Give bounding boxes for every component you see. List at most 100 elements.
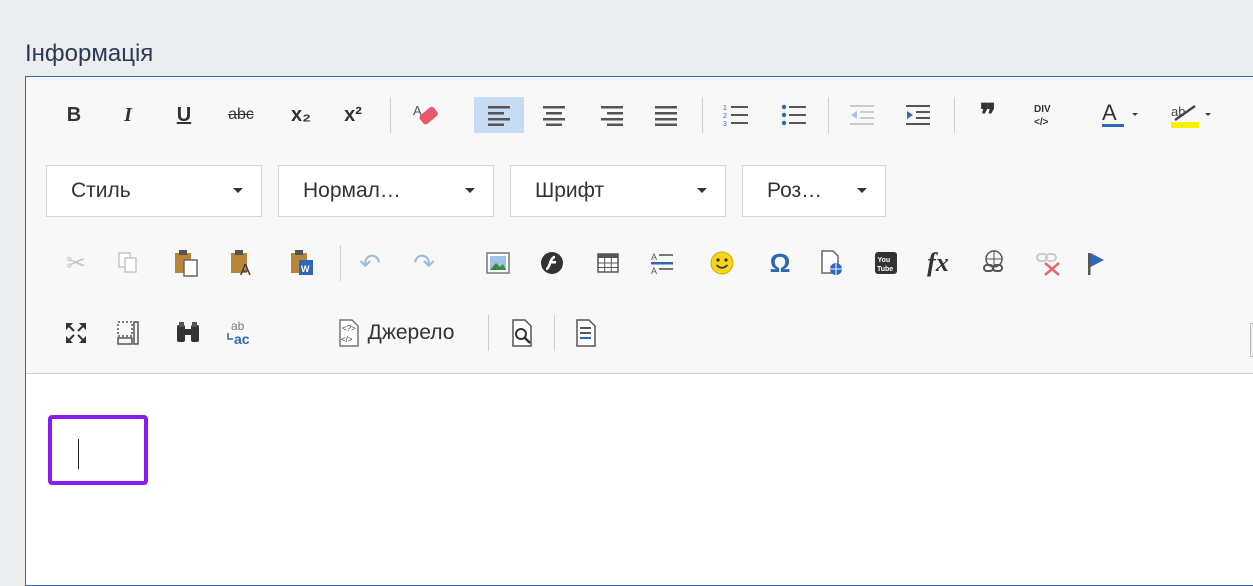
align-justify-button[interactable] (646, 97, 686, 133)
toolbar-separator (554, 315, 555, 351)
italic-icon: I (124, 103, 132, 126)
preview-button[interactable] (502, 315, 542, 351)
div-container-icon: DIV </> (1034, 104, 1051, 128)
math-formula-button[interactable]: fx (916, 245, 960, 281)
paste-text-button[interactable]: A (222, 245, 264, 281)
align-justify-icon (655, 106, 677, 126)
strikethrough-button[interactable]: abc (220, 97, 262, 133)
remove-format-button[interactable]: A (406, 97, 446, 133)
align-left-button[interactable] (474, 97, 524, 133)
style-dropdown-value: Стиль (71, 179, 131, 202)
strikethrough-icon: abc (228, 106, 254, 123)
bold-icon: B (66, 103, 82, 126)
templates-icon (576, 319, 596, 347)
redo-button[interactable]: ↷ (406, 245, 442, 281)
undo-icon: ↶ (359, 247, 381, 278)
toolbar-row-4: ab ac <?> </> Джерело (26, 315, 1253, 355)
numbered-list-icon: 123 (723, 105, 748, 128)
font-size-dropdown[interactable]: Роз… (742, 165, 886, 217)
maximize-button[interactable] (58, 315, 94, 351)
align-right-button[interactable] (592, 97, 632, 133)
text-caret (78, 439, 79, 469)
flash-icon (541, 252, 563, 274)
iframe-icon (821, 250, 842, 275)
indent-icon (906, 105, 930, 125)
horizontal-rule-button[interactable]: AA (642, 245, 682, 281)
show-blocks-icon (117, 321, 139, 345)
blockquote-button[interactable]: ❞ (968, 97, 1008, 133)
format-dropdown-value: Нормал… (303, 179, 401, 202)
flash-button[interactable] (532, 245, 572, 281)
numbered-list-button[interactable]: 123 (716, 97, 756, 133)
smiley-icon (710, 251, 734, 275)
iframe-button[interactable] (812, 245, 852, 281)
create-div-button[interactable]: DIV </> (1024, 97, 1064, 133)
svg-text:<?>: <?> (342, 324, 356, 333)
toolbar-row-3: ✂ A W ↶ ↷ A A Ω You Tube fx (26, 245, 1253, 285)
show-blocks-button[interactable] (110, 315, 146, 351)
underline-button[interactable]: U (168, 97, 200, 133)
svg-text:A: A (651, 252, 657, 262)
link-button[interactable] (974, 245, 1014, 281)
indent-button[interactable] (898, 97, 938, 133)
paste-button[interactable] (166, 245, 206, 281)
toolbar-row-1: B I U abc x₂ x² A 123 ❞ DIV </> A ab (26, 97, 1253, 137)
format-dropdown[interactable]: Нормал… (278, 165, 494, 217)
style-dropdown[interactable]: Стиль (46, 165, 262, 217)
chevron-down-icon (857, 188, 867, 193)
templates-button[interactable] (566, 315, 606, 351)
unlink-button[interactable] (1028, 245, 1068, 281)
special-char-button[interactable]: Ω (760, 245, 800, 281)
table-icon (597, 253, 619, 273)
anchor-button[interactable] (1078, 245, 1114, 281)
svg-text:ac: ac (234, 331, 250, 347)
superscript-icon: x² (344, 103, 362, 126)
font-dropdown[interactable]: Шрифт (510, 165, 726, 217)
image-button[interactable] (478, 245, 518, 281)
align-center-button[interactable] (534, 97, 574, 133)
editor-toolbar: B I U abc x₂ x² A 123 ❞ DIV </> A ab Сти… (26, 77, 1253, 374)
outdent-button[interactable] (842, 97, 882, 133)
source-code-icon: <?> </> (338, 319, 359, 347)
youtube-button[interactable]: You Tube (866, 245, 906, 281)
table-button[interactable] (588, 245, 628, 281)
youtube-icon: You Tube (875, 252, 897, 274)
chevron-down-icon (465, 188, 475, 193)
preview-icon (512, 319, 532, 347)
horizontal-line-icon: AA (651, 252, 673, 276)
fx-icon: fx (927, 248, 949, 277)
svg-text:A: A (651, 266, 657, 276)
source-button[interactable]: <?> </> Джерело (310, 315, 478, 351)
text-color-button[interactable]: A (1094, 97, 1158, 133)
svg-text:Tube: Tube (877, 266, 893, 273)
omega-icon: Ω (769, 247, 791, 278)
bulleted-list-button[interactable] (774, 97, 814, 133)
editor-content[interactable] (26, 374, 1253, 585)
svg-text:2: 2 (723, 113, 727, 120)
toolbar-separator (390, 97, 391, 133)
smiley-button[interactable] (702, 245, 742, 281)
copy-button[interactable] (110, 245, 146, 281)
toolbar-separator (488, 315, 489, 351)
align-right-icon (601, 106, 623, 126)
underline-icon: U (176, 103, 192, 126)
maximize-icon (66, 323, 86, 343)
paste-word-icon: W (291, 250, 313, 275)
field-label: Інформація (25, 40, 154, 67)
paste-from-word-button[interactable]: W (282, 245, 324, 281)
italic-button[interactable]: I (112, 97, 144, 133)
subscript-button[interactable]: x₂ (284, 97, 318, 133)
bulleted-list-icon (781, 104, 806, 126)
bold-button[interactable]: B (58, 97, 90, 133)
align-center-icon (543, 106, 565, 126)
superscript-button[interactable]: x² (336, 97, 370, 133)
replace-button[interactable]: ab ac (220, 315, 260, 351)
background-color-button[interactable]: ab (1166, 97, 1228, 133)
undo-button[interactable]: ↶ (352, 245, 388, 281)
highlight-color-icon: ab (1171, 104, 1211, 128)
chevron-down-icon (697, 188, 707, 193)
eraser-icon: A (413, 103, 438, 125)
find-button[interactable] (168, 315, 208, 351)
outdent-icon (850, 105, 874, 125)
cut-button[interactable]: ✂ (58, 245, 94, 281)
